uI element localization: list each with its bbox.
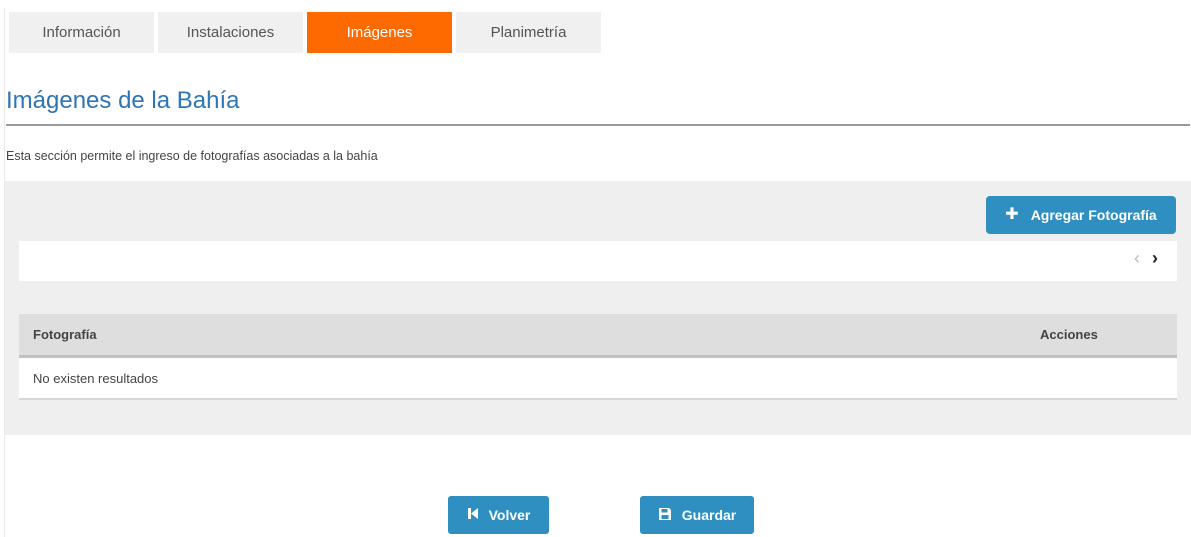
title-divider	[6, 124, 1190, 126]
tab-instalaciones[interactable]: Instalaciones	[158, 12, 303, 53]
back-button[interactable]: Volver	[448, 496, 549, 534]
chevron-right-icon[interactable]: ›	[1148, 248, 1162, 268]
chevron-left-icon[interactable]: ‹	[1130, 248, 1144, 268]
empty-results-message: No existen resultados	[33, 371, 159, 386]
add-photo-button[interactable]: ✚ Agregar Fotografía	[986, 196, 1176, 234]
tab-bar: Información Instalaciones Imágenes Plani…	[9, 12, 605, 53]
tab-informacion[interactable]: Información	[9, 12, 154, 53]
save-label: Guardar	[681, 507, 737, 523]
column-header-actions: Acciones	[1040, 327, 1098, 342]
tab-planimetria[interactable]: Planimetría	[456, 12, 601, 53]
table-row: No existen resultados	[19, 358, 1177, 400]
plus-icon: ✚	[1005, 206, 1019, 223]
back-label: Volver	[488, 507, 531, 523]
page: Información Instalaciones Imágenes Plani…	[0, 0, 1191, 537]
pagination-bar	[19, 241, 1177, 281]
skip-back-icon	[467, 507, 479, 523]
table-header: Fotografía Acciones	[19, 314, 1177, 358]
page-title: Imágenes de la Bahía	[6, 87, 240, 114]
column-header-photo[interactable]: Fotografía	[33, 327, 97, 342]
tab-imagenes[interactable]: Imágenes	[307, 12, 452, 53]
add-photo-label: Agregar Fotografía	[1030, 207, 1157, 223]
section-description: Esta sección permite el ingreso de fotog…	[6, 149, 378, 163]
save-icon	[658, 507, 672, 524]
save-button[interactable]: Guardar	[640, 496, 754, 534]
